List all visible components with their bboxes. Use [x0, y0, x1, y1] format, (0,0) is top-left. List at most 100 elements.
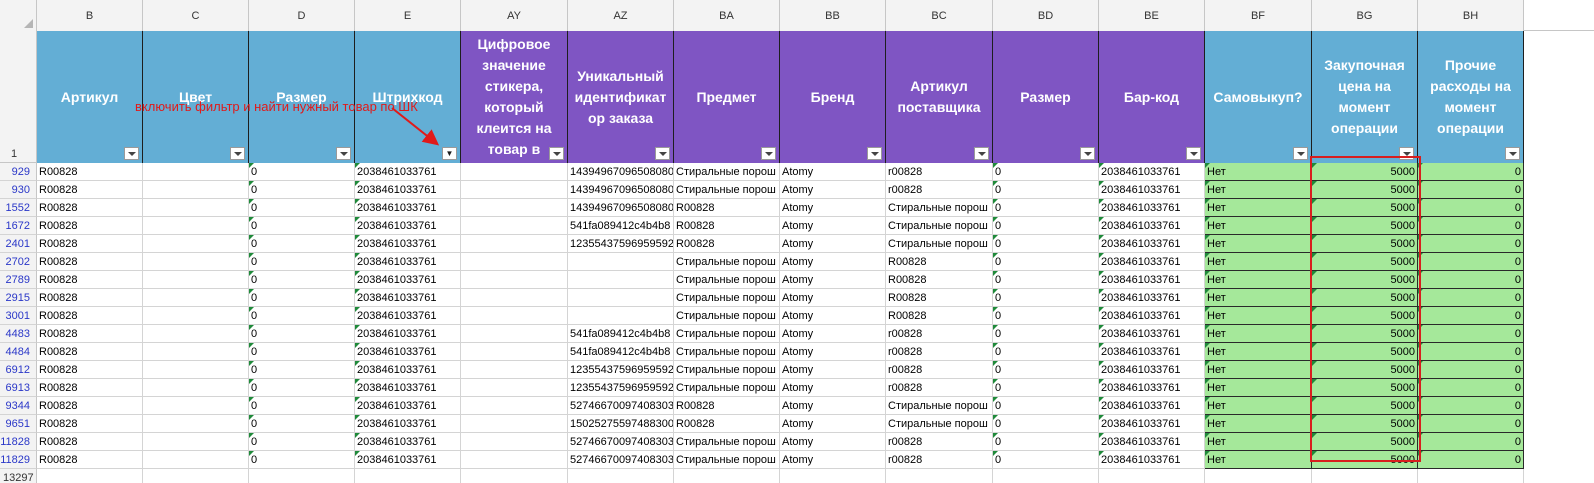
cell-bh[interactable]: 0 — [1418, 253, 1524, 271]
cell-bb[interactable]: Atomy — [780, 343, 886, 361]
cell-bd[interactable]: 0 — [993, 235, 1099, 253]
cell-d[interactable]: 0 — [249, 307, 355, 325]
cell-ba[interactable]: Стиральные порош — [674, 163, 780, 181]
cell-bb[interactable]: Atomy — [780, 181, 886, 199]
cell-be[interactable]: 2038461033761 — [1099, 397, 1205, 415]
cell-az[interactable]: 52746670097408303 — [568, 397, 674, 415]
cell-bh[interactable]: 0 — [1418, 343, 1524, 361]
row-number[interactable]: 4483 — [0, 325, 37, 343]
cell-bb[interactable]: Atomy — [780, 271, 886, 289]
cell-bd[interactable]: 0 — [993, 325, 1099, 343]
filter-dropdown-icon[interactable] — [1186, 147, 1201, 160]
cell-bb[interactable]: Atomy — [780, 325, 886, 343]
cell-bh[interactable]: 0 — [1418, 451, 1524, 469]
cell-be[interactable]: 2038461033761 — [1099, 415, 1205, 433]
cell-bd[interactable]: 0 — [993, 253, 1099, 271]
column-letter-bg[interactable]: BG — [1312, 0, 1418, 31]
cell-bg[interactable]: 5000 — [1312, 253, 1418, 271]
cell-ay[interactable] — [461, 343, 568, 361]
filter-dropdown-icon[interactable] — [1399, 147, 1414, 160]
filter-dropdown-icon[interactable] — [867, 147, 882, 160]
column-letter-bb[interactable]: BB — [780, 0, 886, 31]
cell-bc[interactable]: R00828 — [886, 289, 993, 307]
cell-ay[interactable] — [461, 271, 568, 289]
cell-ay[interactable] — [461, 469, 568, 483]
cell-bc[interactable]: r00828 — [886, 451, 993, 469]
cell-bh[interactable]: 0 — [1418, 271, 1524, 289]
cell-d[interactable]: 0 — [249, 379, 355, 397]
cell-bg[interactable]: 5000 — [1312, 271, 1418, 289]
filter-dropdown-icon[interactable] — [761, 147, 776, 160]
cell-bb[interactable]: Atomy — [780, 433, 886, 451]
cell-c[interactable] — [143, 469, 249, 483]
cell-bc[interactable] — [886, 469, 993, 483]
cell-b[interactable]: R00828 — [37, 397, 143, 415]
cell-ba[interactable]: Стиральные порош — [674, 271, 780, 289]
cell-bc[interactable]: Стиральные порош — [886, 415, 993, 433]
column-letter-ay[interactable]: AY — [461, 0, 568, 31]
cell-ay[interactable] — [461, 325, 568, 343]
cell-ba[interactable] — [674, 469, 780, 483]
cell-bf[interactable]: Нет — [1205, 379, 1312, 397]
cell-bd[interactable]: 0 — [993, 181, 1099, 199]
cell-bf[interactable]: Нет — [1205, 325, 1312, 343]
cell-d[interactable]: 0 — [249, 361, 355, 379]
cell-bd[interactable]: 0 — [993, 343, 1099, 361]
cell-d[interactable]: 0 — [249, 181, 355, 199]
filter-dropdown-icon[interactable] — [549, 147, 564, 160]
column-letter-bh[interactable]: BH — [1418, 0, 1524, 31]
cell-b[interactable] — [37, 469, 143, 483]
cell-bc[interactable]: R00828 — [886, 307, 993, 325]
cell-bh[interactable]: 0 — [1418, 199, 1524, 217]
filter-dropdown-icon[interactable] — [1080, 147, 1095, 160]
cell-ay[interactable] — [461, 289, 568, 307]
cell-ba[interactable]: Стиральные порош — [674, 379, 780, 397]
cell-bc[interactable]: r00828 — [886, 433, 993, 451]
cell-az[interactable]: 541fa089412c4b4b8 — [568, 343, 674, 361]
cell-bc[interactable]: Стиральные порош — [886, 235, 993, 253]
cell-bh[interactable]: 0 — [1418, 433, 1524, 451]
cell-az[interactable] — [568, 307, 674, 325]
cell-ba[interactable]: R00828 — [674, 199, 780, 217]
cell-bg[interactable]: 5000 — [1312, 379, 1418, 397]
cell-bg[interactable]: 5000 — [1312, 307, 1418, 325]
cell-bh[interactable]: 0 — [1418, 325, 1524, 343]
cell-bb[interactable]: Atomy — [780, 451, 886, 469]
cell-bd[interactable]: 0 — [993, 307, 1099, 325]
cell-ay[interactable] — [461, 361, 568, 379]
cell-az[interactable] — [568, 289, 674, 307]
cell-be[interactable] — [1099, 469, 1205, 483]
cell-ay[interactable] — [461, 307, 568, 325]
cell-bg[interactable]: 5000 — [1312, 433, 1418, 451]
cell-c[interactable] — [143, 253, 249, 271]
cell-az[interactable]: 12355437596959592 — [568, 379, 674, 397]
cell-ay[interactable] — [461, 199, 568, 217]
cell-bg[interactable]: 5000 — [1312, 181, 1418, 199]
cell-bh[interactable]: 0 — [1418, 235, 1524, 253]
cell-d[interactable]: 0 — [249, 433, 355, 451]
cell-bf[interactable]: Нет — [1205, 181, 1312, 199]
header-cell-ay[interactable]: Цифровое значение стикера, который клеит… — [461, 31, 568, 163]
cell-bb[interactable]: Atomy — [780, 199, 886, 217]
cell-bc[interactable]: R00828 — [886, 253, 993, 271]
cell-az[interactable]: 14394967096508080 — [568, 181, 674, 199]
cell-c[interactable] — [143, 415, 249, 433]
header-cell-ba[interactable]: Предмет — [674, 31, 780, 163]
cell-be[interactable]: 2038461033761 — [1099, 253, 1205, 271]
cell-d[interactable]: 0 — [249, 271, 355, 289]
cell-be[interactable]: 2038461033761 — [1099, 361, 1205, 379]
row-number[interactable]: 929 — [0, 163, 37, 181]
header-cell-bc[interactable]: Артикул поставщика — [886, 31, 993, 163]
column-letter-d[interactable]: D — [249, 0, 355, 31]
cell-bc[interactable]: R00828 — [886, 271, 993, 289]
cell-bh[interactable]: 0 — [1418, 361, 1524, 379]
cell-bd[interactable]: 0 — [993, 361, 1099, 379]
cell-b[interactable]: R00828 — [37, 199, 143, 217]
cell-e[interactable]: 2038461033761 — [355, 325, 461, 343]
cell-bf[interactable]: Нет — [1205, 289, 1312, 307]
cell-be[interactable]: 2038461033761 — [1099, 181, 1205, 199]
cell-c[interactable] — [143, 163, 249, 181]
cell-b[interactable]: R00828 — [37, 217, 143, 235]
cell-az[interactable]: 541fa089412c4b4b8 — [568, 217, 674, 235]
column-letter-ba[interactable]: BA — [674, 0, 780, 31]
